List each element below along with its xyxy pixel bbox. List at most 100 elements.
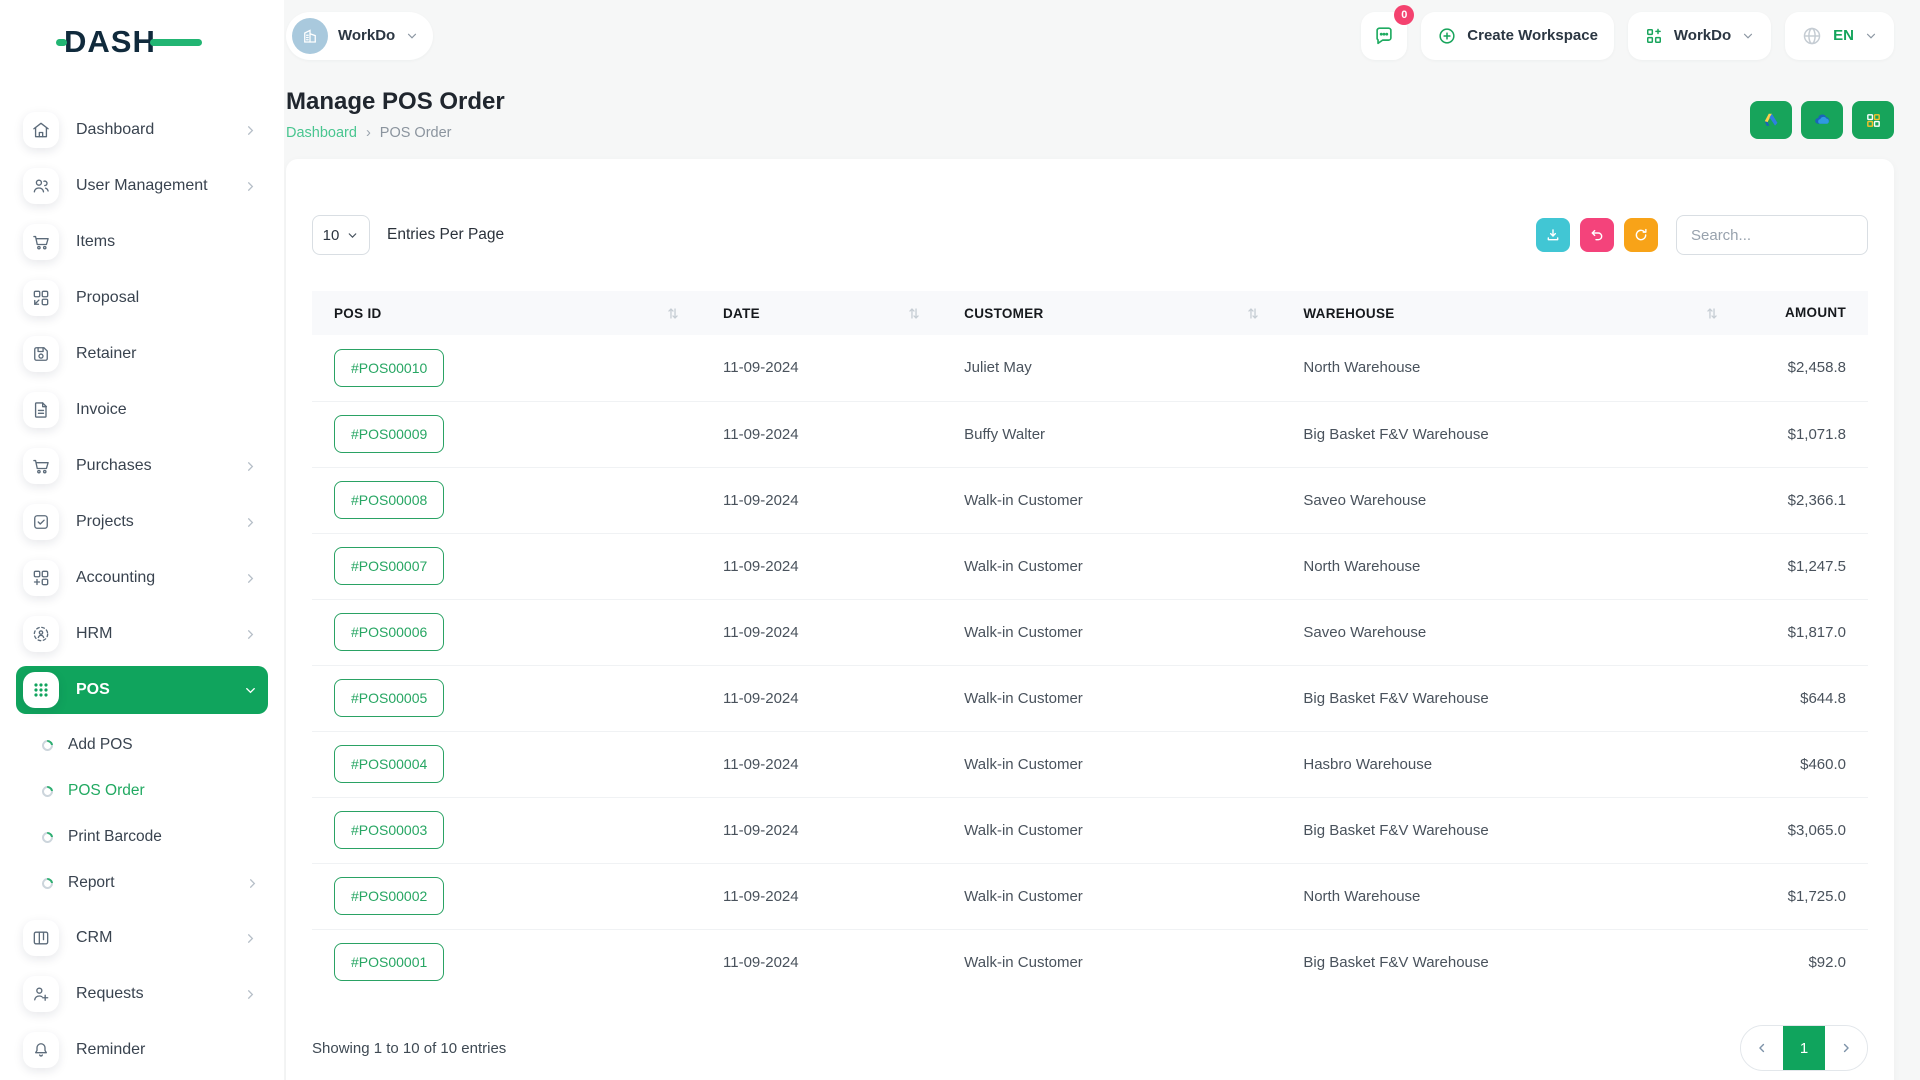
sidebar-item-requests[interactable]: Requests — [16, 970, 268, 1018]
main-area: WorkDo 0 Create Workspace WorkDo EN — [284, 0, 1920, 1080]
sidebar-item-purchases[interactable]: Purchases — [16, 442, 268, 490]
sidebar-item-print-barcode[interactable]: Print Barcode — [42, 814, 284, 860]
dots-grid-icon — [23, 672, 59, 708]
sort-icon — [908, 307, 920, 320]
breadcrumb-dashboard-link[interactable]: Dashboard — [286, 125, 357, 141]
column-header-amount[interactable]: AMOUNT — [1740, 291, 1868, 335]
date-cell: 11-09-2024 — [701, 533, 942, 599]
warehouse-cell: Big Basket F&V Warehouse — [1281, 401, 1740, 467]
pos-id-badge[interactable]: #POS00007 — [334, 547, 444, 585]
workspace-menu-button[interactable]: WorkDo — [1628, 12, 1771, 60]
search-input[interactable] — [1676, 215, 1868, 255]
onedrive-icon — [1812, 110, 1832, 130]
create-workspace-button[interactable]: Create Workspace — [1421, 12, 1614, 60]
sidebar-item-label: User Management — [76, 177, 208, 195]
date-cell: 11-09-2024 — [701, 665, 942, 731]
pos-id-cell: #POS00005 — [312, 665, 701, 731]
date-cell: 11-09-2024 — [701, 929, 942, 995]
pos-id-badge[interactable]: #POS00008 — [334, 481, 444, 519]
export-button[interactable] — [1536, 218, 1570, 252]
warehouse-cell: Saveo Warehouse — [1281, 599, 1740, 665]
sidebar-item-report[interactable]: Report — [42, 860, 284, 906]
table-header-row: POS ID DATE CUSTOMER WAREHOUSE AMOUNT — [312, 291, 1868, 335]
sidebar-item-hrm[interactable]: HRM — [16, 610, 268, 658]
column-header-date[interactable]: DATE — [701, 291, 942, 335]
sidebar-item-pos[interactable]: POS — [16, 666, 268, 714]
download-icon — [1545, 227, 1561, 243]
refresh-button[interactable] — [1624, 218, 1658, 252]
column-header-label: WAREHOUSE — [1303, 306, 1394, 321]
logo-green-bar — [150, 39, 202, 46]
sidebar-item-label: Projects — [76, 513, 134, 531]
column-header-pos-id[interactable]: POS ID — [312, 291, 701, 335]
sidebar-item-pos-order[interactable]: POS Order — [42, 768, 284, 814]
sidebar-item-label: POS — [76, 681, 110, 699]
pos-id-badge[interactable]: #POS00004 — [334, 745, 444, 783]
table-row: #POS00002 11-09-2024 Walk-in Customer No… — [312, 863, 1868, 929]
customer-cell: Walk-in Customer — [942, 731, 1281, 797]
pos-id-cell: #POS00006 — [312, 599, 701, 665]
column-header-warehouse[interactable]: WAREHOUSE — [1281, 291, 1740, 335]
pos-id-cell: #POS00009 — [312, 401, 701, 467]
breadcrumb-separator: › — [366, 125, 371, 141]
pos-id-badge[interactable]: #POS00002 — [334, 877, 444, 915]
pos-id-badge[interactable]: #POS00010 — [334, 349, 444, 387]
table-row: #POS00005 11-09-2024 Walk-in Customer Bi… — [312, 665, 1868, 731]
entries-per-page-select[interactable]: 10 — [312, 215, 370, 255]
table-row: #POS00008 11-09-2024 Walk-in Customer Sa… — [312, 467, 1868, 533]
table-row: #POS00007 11-09-2024 Walk-in Customer No… — [312, 533, 1868, 599]
sidebar-item-invoice[interactable]: Invoice — [16, 386, 268, 434]
table-controls: 10 Entries Per Page — [312, 215, 1868, 255]
chevron-down-icon — [243, 683, 258, 698]
onedrive-button[interactable] — [1801, 101, 1843, 139]
column-header-customer[interactable]: CUSTOMER — [942, 291, 1281, 335]
pos-id-cell: #POS00010 — [312, 335, 701, 401]
sidebar-item-dashboard[interactable]: Dashboard — [16, 106, 268, 154]
table-row: #POS00010 11-09-2024 Juliet May North Wa… — [312, 335, 1868, 401]
reset-button[interactable] — [1580, 218, 1614, 252]
chevron-right-icon — [243, 987, 258, 1002]
pos-id-badge[interactable]: #POS00001 — [334, 943, 444, 981]
amount-cell: $1,725.0 — [1740, 863, 1868, 929]
google-drive-button[interactable] — [1750, 101, 1792, 139]
pos-id-badge[interactable]: #POS00006 — [334, 613, 444, 651]
app-logo[interactable]: DASH — [64, 24, 214, 62]
sidebar-item-projects[interactable]: Projects — [16, 498, 268, 546]
chevron-down-icon — [1741, 29, 1755, 43]
pos-id-badge[interactable]: #POS00003 — [334, 811, 444, 849]
page-title: Manage POS Order — [286, 88, 505, 116]
language-selector[interactable]: EN — [1785, 12, 1894, 60]
grid-view-button[interactable] — [1852, 101, 1894, 139]
messages-button[interactable]: 0 — [1361, 12, 1407, 60]
sidebar-item-accounting[interactable]: Accounting — [16, 554, 268, 602]
workspace-name: WorkDo — [338, 27, 395, 44]
pos-id-badge[interactable]: #POS00009 — [334, 415, 444, 453]
warehouse-cell: Hasbro Warehouse — [1281, 731, 1740, 797]
sidebar-item-label: Invoice — [76, 401, 127, 419]
sidebar-item-items[interactable]: Items — [16, 218, 268, 266]
pagination: 1 — [1740, 1025, 1868, 1071]
column-header-label: CUSTOMER — [964, 306, 1043, 321]
pos-id-badge[interactable]: #POS00005 — [334, 679, 444, 717]
amount-cell: $2,366.1 — [1740, 467, 1868, 533]
breadcrumb: Dashboard › POS Order — [286, 125, 505, 141]
previous-page-button[interactable] — [1741, 1026, 1783, 1070]
customer-cell: Walk-in Customer — [942, 599, 1281, 665]
warehouse-cell: North Warehouse — [1281, 863, 1740, 929]
next-page-button[interactable] — [1825, 1026, 1867, 1070]
sidebar-item-reminder[interactable]: Reminder — [16, 1026, 268, 1074]
sidebar-item-proposal[interactable]: Proposal — [16, 274, 268, 322]
page-1-button[interactable]: 1 — [1783, 1026, 1825, 1070]
column-header-label: DATE — [723, 306, 760, 321]
pos-orders-table: POS ID DATE CUSTOMER WAREHOUSE AMOUNT #P… — [312, 291, 1868, 995]
table-row: #POS00009 11-09-2024 Buffy Walter Big Ba… — [312, 401, 1868, 467]
bullet-icon — [40, 875, 55, 890]
chevron-right-icon — [1839, 1041, 1853, 1055]
pos-id-cell: #POS00001 — [312, 929, 701, 995]
sidebar-item-crm[interactable]: CRM — [16, 914, 268, 962]
sidebar-item-retainer[interactable]: Retainer — [16, 330, 268, 378]
sidebar-item-label: Requests — [76, 985, 144, 1003]
workspace-switcher[interactable]: WorkDo — [286, 12, 433, 60]
sidebar-item-user-management[interactable]: User Management — [16, 162, 268, 210]
sidebar-item-add-pos[interactable]: Add POS — [42, 722, 284, 768]
